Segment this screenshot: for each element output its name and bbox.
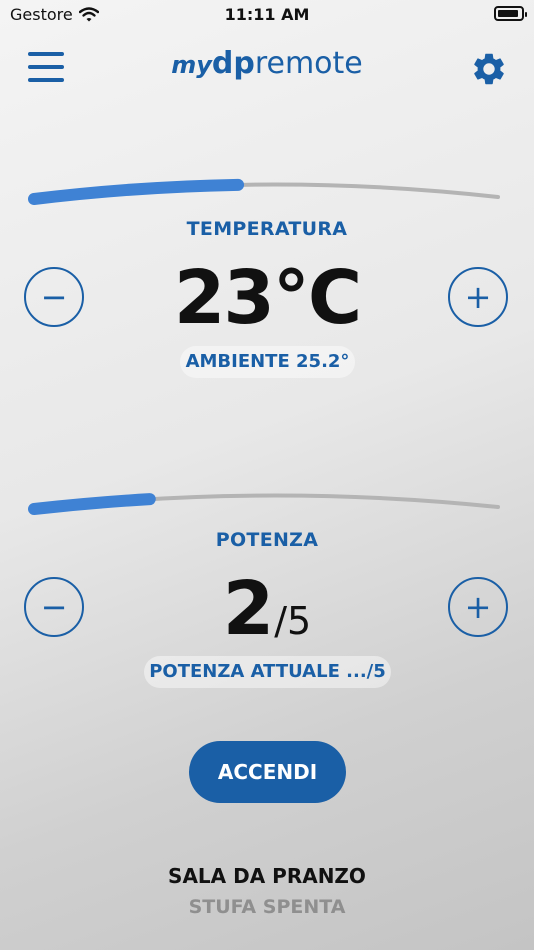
app-logo: mydpremote: [0, 46, 534, 81]
battery-icon: [494, 6, 527, 21]
power-value: 2: [222, 566, 275, 652]
temperature-label: TEMPERATURA: [186, 218, 348, 240]
app-header: mydpremote: [0, 40, 534, 96]
power-slider[interactable]: [28, 487, 504, 517]
power-label: POTENZA: [215, 529, 319, 551]
power-max: /5: [274, 599, 312, 643]
temperature-slider[interactable]: [28, 175, 504, 205]
battery-level: [498, 10, 518, 17]
logo-remote: remote: [254, 46, 363, 81]
turn-on-button[interactable]: ACCENDI: [189, 741, 346, 803]
clock: 11:11 AM: [224, 5, 310, 24]
status-bar: Gestore 11:11 AM: [0, 0, 534, 30]
room-name: SALA DA PRANZO: [168, 864, 366, 888]
gear-icon[interactable]: [470, 50, 508, 88]
stove-status: STUFA SPENTA: [188, 896, 346, 918]
logo-dp: dp: [211, 46, 255, 81]
current-power-badge: POTENZA ATTUALE .../5: [144, 656, 391, 688]
ambient-temperature-badge: AMBIENTE 25.2°: [180, 346, 355, 378]
logo-my: my: [171, 51, 212, 79]
temperature-increase-button[interactable]: +: [448, 267, 508, 327]
power-increase-button[interactable]: +: [448, 577, 508, 637]
